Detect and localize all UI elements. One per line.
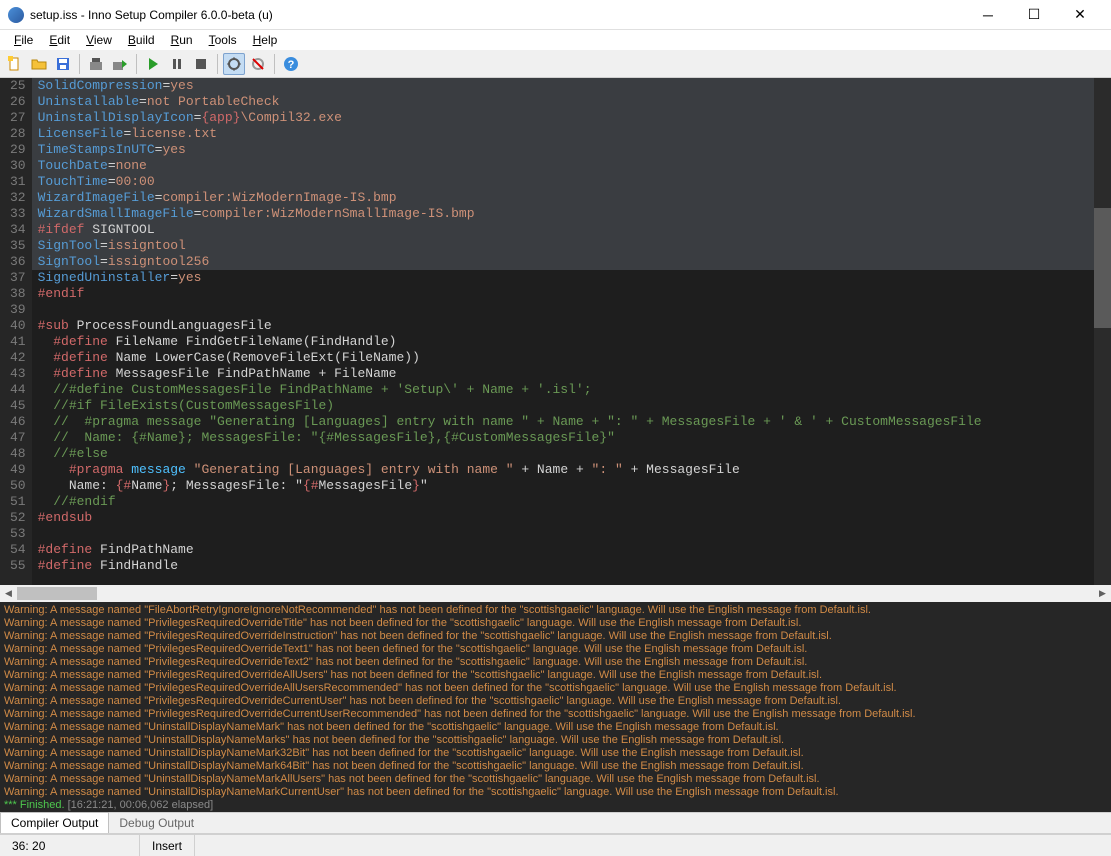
tab-compiler-output[interactable]: Compiler Output [0,812,109,833]
window-title: setup.iss - Inno Setup Compiler 6.0.0-be… [30,8,965,22]
minimize-button[interactable]: ─ [965,0,1011,30]
compile-button[interactable] [85,53,107,75]
menu-bar: File Edit View Build Run Tools Help [0,30,1111,50]
vertical-scroll-thumb[interactable] [1094,208,1111,328]
close-button[interactable]: ✕ [1057,0,1103,30]
menu-file[interactable]: File [6,31,41,49]
status-cursor-pos: 36: 20 [0,835,140,856]
scroll-thumb[interactable] [17,587,97,600]
toggle-debug2-button[interactable] [247,53,269,75]
status-insert-mode: Insert [140,835,195,856]
save-button[interactable] [52,53,74,75]
horizontal-scrollbar[interactable]: ◀ ▶ [0,585,1111,602]
toolbar: ? [0,50,1111,78]
new-button[interactable] [4,53,26,75]
stop-button[interactable] [190,53,212,75]
vertical-scrollbar[interactable] [1094,78,1111,585]
pause-button[interactable] [166,53,188,75]
open-button[interactable] [28,53,50,75]
status-bar: 36: 20 Insert [0,834,1111,856]
scroll-left-arrow[interactable]: ◀ [0,585,17,602]
output-tabs: Compiler Output Debug Output [0,812,1111,834]
scroll-right-arrow[interactable]: ▶ [1094,585,1111,602]
output-panel[interactable]: Warning: A message named "FileAbortRetry… [0,602,1111,812]
menu-edit[interactable]: Edit [41,31,78,49]
compile-run-button[interactable] [109,53,131,75]
toggle-debug1-button[interactable] [223,53,245,75]
tab-debug-output[interactable]: Debug Output [109,813,204,833]
code-editor[interactable]: 2526272829303132333435363738394041424344… [0,78,1111,585]
menu-run[interactable]: Run [163,31,201,49]
maximize-button[interactable]: ☐ [1011,0,1057,30]
menu-build[interactable]: Build [120,31,163,49]
code-area[interactable]: SolidCompression=yesUninstallable=not Po… [32,78,1111,585]
line-gutter: 2526272829303132333435363738394041424344… [0,78,32,585]
title-bar: setup.iss - Inno Setup Compiler 6.0.0-be… [0,0,1111,30]
svg-text:?: ? [288,59,295,71]
scroll-track[interactable] [17,585,1094,602]
help-button[interactable]: ? [280,53,302,75]
app-icon [8,7,24,23]
menu-tools[interactable]: Tools [201,31,245,49]
menu-help[interactable]: Help [245,31,286,49]
menu-view[interactable]: View [78,31,120,49]
run-button[interactable] [142,53,164,75]
